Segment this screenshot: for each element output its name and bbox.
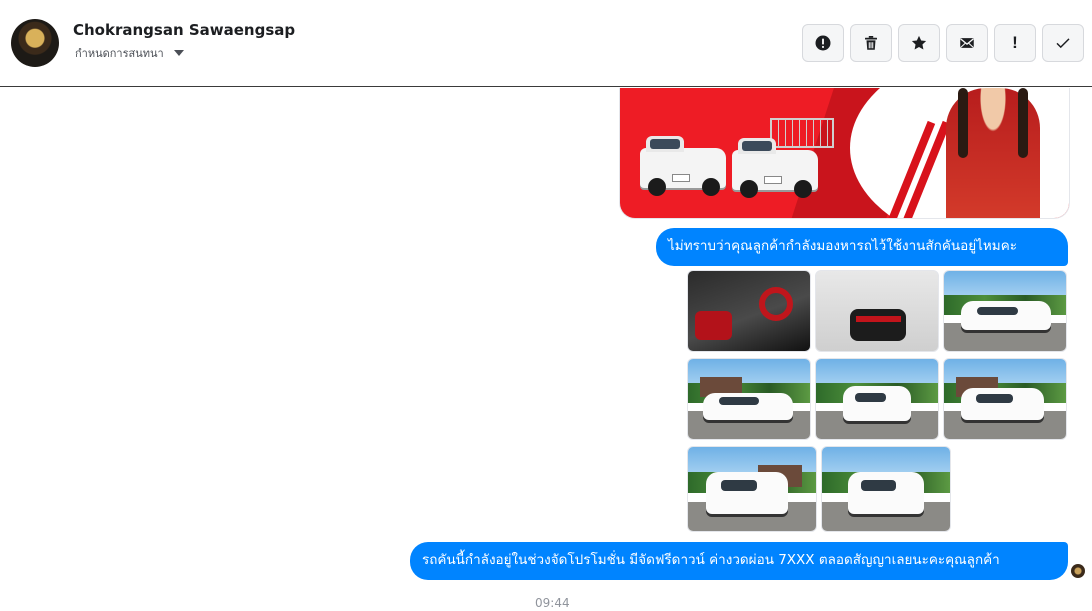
model-photo [946,88,1040,218]
gallery-photo[interactable] [821,446,951,532]
gallery-photo[interactable] [687,358,811,440]
conversation-settings-dropdown[interactable]: กำหนดการสนทนา [75,44,184,62]
star-icon [911,35,927,50]
trash-icon [865,35,877,50]
message-timestamp: 09:44 [535,596,570,610]
contact-avatar[interactable] [11,19,59,67]
gallery-photo[interactable] [687,270,811,352]
promo-image[interactable] [619,88,1070,219]
envelope-icon [960,38,974,48]
alert-circle-icon [815,35,831,51]
truck-cage-image [770,118,834,148]
exclamation-icon: ! [1012,33,1018,52]
seen-avatar [1071,564,1085,578]
gallery-photo[interactable] [815,358,939,440]
delete-button[interactable] [850,24,892,62]
pickup-truck-image [640,136,726,196]
message-bubble[interactable]: รถคันนี้กำลังอยู่ในช่วงจัดโปรโมชั่น มีจั… [410,542,1068,580]
check-icon [1056,38,1070,49]
gallery-photo[interactable] [815,270,939,352]
done-button[interactable] [1042,24,1084,62]
header-toolbar: ! [802,24,1084,62]
star-button[interactable] [898,24,940,62]
important-button[interactable]: ! [994,24,1036,62]
contact-name[interactable]: Chokrangsan Sawaengsap [73,21,295,39]
mark-unread-button[interactable] [946,24,988,62]
caret-down-icon [173,50,184,56]
conversation-settings-label: กำหนดการสนทนา [75,47,164,60]
gallery-photo[interactable] [687,446,817,532]
message-bubble[interactable]: ไม่ทราบว่าคุณลูกค้ากำลังมองหารถไว้ใช้งาน… [656,228,1068,266]
gallery-photo[interactable] [943,358,1067,440]
gallery-photo[interactable] [943,270,1067,352]
message-thread[interactable]: ไม่ทราบว่าคุณลูกค้ากำลังมองหารถไว้ใช้งาน… [0,88,1092,611]
report-button[interactable] [802,24,844,62]
pickup-truck-image [732,138,818,198]
conversation-header: Chokrangsan Sawaengsap กำหนดการสนทนา ! [0,0,1092,87]
